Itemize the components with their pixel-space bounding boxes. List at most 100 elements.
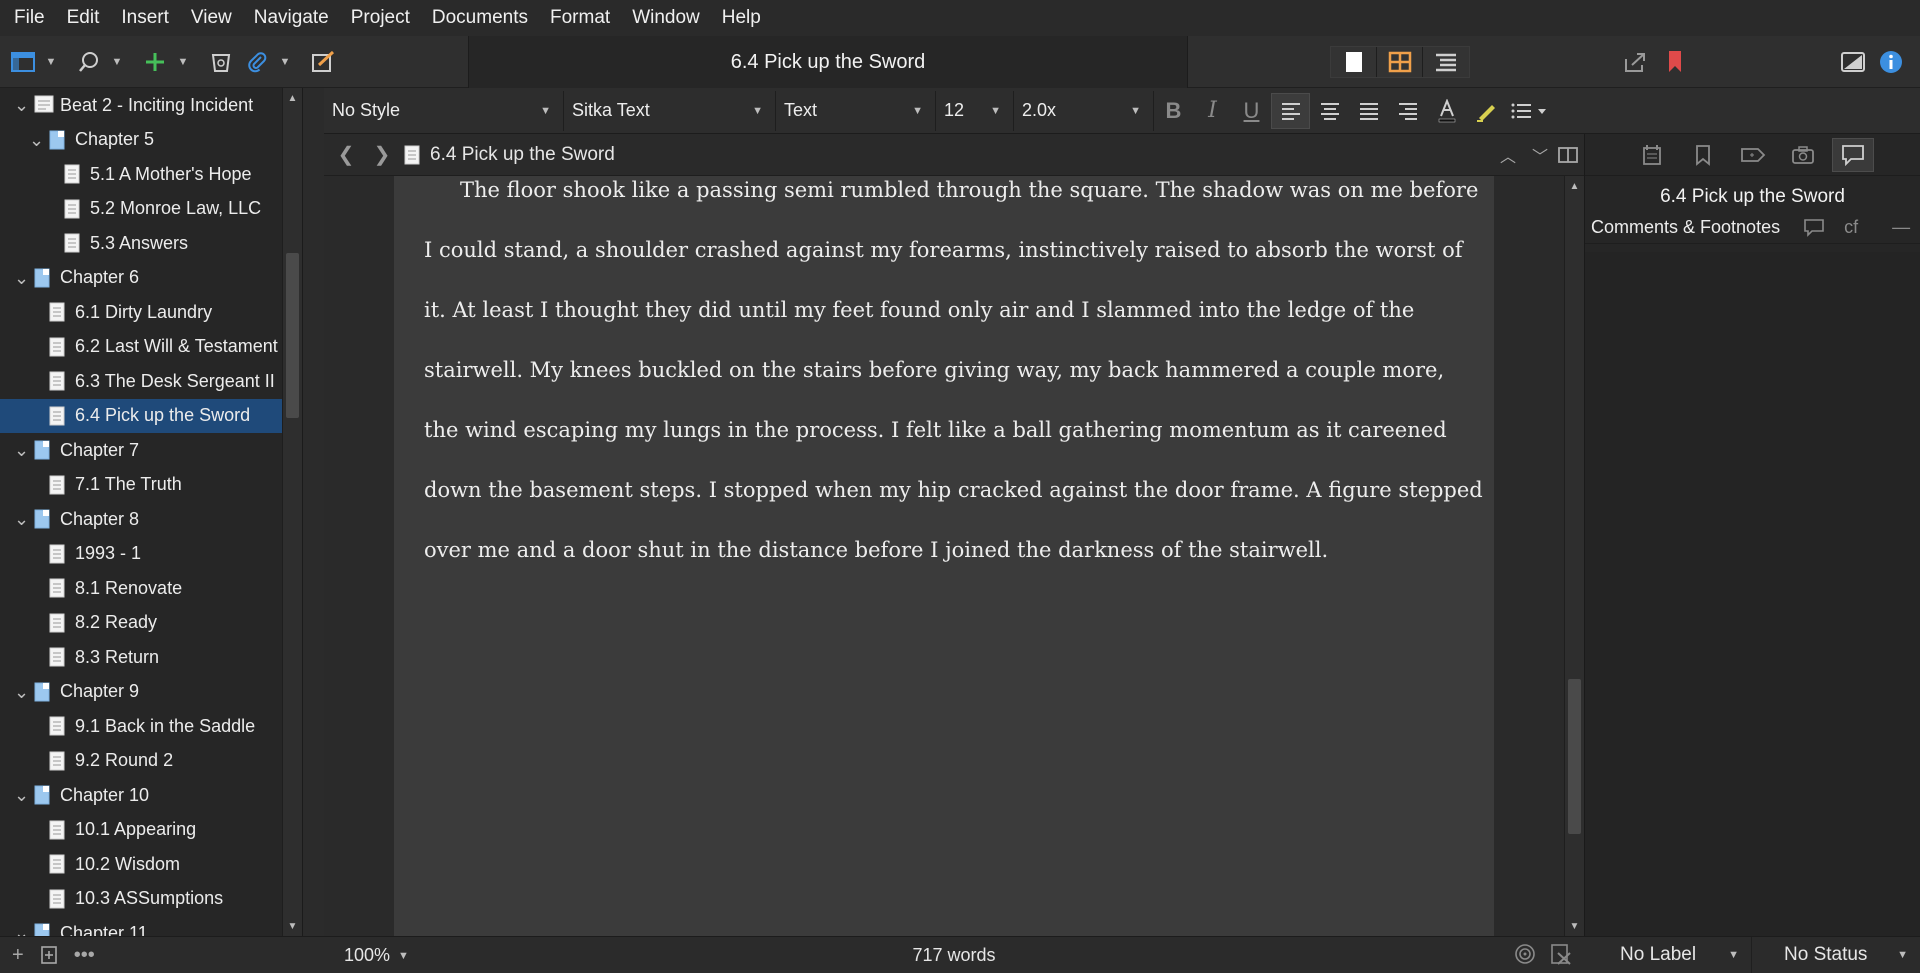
- chevron-expanded-icon[interactable]: ⌄: [14, 510, 29, 528]
- binder-item[interactable]: 10.1 Appearing: [0, 813, 302, 848]
- line-spacing-select[interactable]: 2.0x ▼: [1014, 90, 1154, 131]
- binder-item[interactable]: 9.2 Round 2: [0, 744, 302, 779]
- binder-item[interactable]: 5.3 Answers: [0, 226, 302, 261]
- binder-item[interactable]: 6.3 The Desk Sergeant II: [0, 364, 302, 399]
- bold-icon[interactable]: B: [1154, 93, 1193, 129]
- corkboard-view-icon[interactable]: [1377, 47, 1423, 77]
- outliner-view-icon[interactable]: [1423, 47, 1469, 77]
- status-select[interactable]: No Status ▼: [1752, 937, 1920, 973]
- menu-view[interactable]: View: [191, 7, 232, 29]
- more-options-icon[interactable]: •••: [74, 944, 95, 967]
- document-body[interactable]: The floor shook like a passing semi rumb…: [424, 160, 1484, 580]
- binder-item[interactable]: ⌄ Chapter 11: [0, 916, 302, 936]
- underline-icon[interactable]: U: [1232, 93, 1271, 129]
- italic-icon[interactable]: I: [1193, 93, 1232, 129]
- editor-pane[interactable]: The floor shook like a passing semi rumb…: [324, 176, 1584, 936]
- binder-item[interactable]: 1993 - 1: [0, 537, 302, 572]
- menu-file[interactable]: File: [14, 7, 45, 29]
- binder-item[interactable]: 5.2 Monroe Law, LLC: [0, 192, 302, 227]
- menu-insert[interactable]: Insert: [121, 7, 169, 29]
- binder-item[interactable]: ⌄ Chapter 6: [0, 261, 302, 296]
- scroll-up-icon[interactable]: ▲: [1565, 178, 1584, 194]
- chevron-expanded-icon[interactable]: ⌄: [14, 441, 29, 459]
- chevron-expanded-icon[interactable]: ⌄: [14, 924, 29, 936]
- binder-item[interactable]: ⌄ Beat 2 - Inciting Incident: [0, 88, 302, 123]
- binder-item[interactable]: 9.1 Back in the Saddle: [0, 709, 302, 744]
- binder-toggle-icon[interactable]: [8, 47, 38, 77]
- quick-reference-icon[interactable]: [308, 47, 338, 77]
- attachment-caret-icon[interactable]: ▼: [278, 47, 292, 77]
- menu-window[interactable]: Window: [632, 7, 700, 29]
- font-family-select[interactable]: Sitka Text ▼: [564, 90, 776, 131]
- add-icon[interactable]: [140, 47, 170, 77]
- align-center-icon[interactable]: [1310, 93, 1349, 129]
- previous-document-icon[interactable]: ︿: [1500, 143, 1516, 167]
- binder-item[interactable]: 6.1 Dirty Laundry: [0, 295, 302, 330]
- search-caret-icon[interactable]: ▼: [110, 47, 124, 77]
- text-page[interactable]: The floor shook like a passing semi rumb…: [394, 176, 1494, 936]
- snapshots-tab-icon[interactable]: [1782, 138, 1824, 172]
- menu-documents[interactable]: Documents: [432, 7, 528, 29]
- text-color-icon[interactable]: [1427, 93, 1466, 129]
- binder-item[interactable]: ⌄ Chapter 9: [0, 675, 302, 710]
- chevron-expanded-icon[interactable]: ⌄: [14, 683, 29, 701]
- scroll-down-icon[interactable]: ▼: [283, 918, 302, 934]
- add-folder-icon[interactable]: [40, 945, 58, 965]
- scrivenings-view-icon[interactable]: [1331, 47, 1377, 77]
- add-caret-icon[interactable]: ▼: [176, 47, 190, 77]
- menu-project[interactable]: Project: [351, 7, 410, 29]
- bookmarks-tab-icon[interactable]: [1682, 138, 1724, 172]
- notes-tab-icon[interactable]: [1632, 138, 1674, 172]
- font-size-select[interactable]: 12 ▼: [936, 90, 1014, 131]
- binder-item[interactable]: ⌄ Chapter 5: [0, 123, 302, 158]
- binder-item[interactable]: 6.2 Last Will & Testament: [0, 330, 302, 365]
- binder-item[interactable]: 8.2 Ready: [0, 606, 302, 641]
- next-document-icon[interactable]: ﹀: [1532, 143, 1548, 167]
- attachment-icon[interactable]: [242, 47, 272, 77]
- binder-item[interactable]: 6.4 Pick up the Sword: [0, 398, 302, 433]
- chevron-expanded-icon[interactable]: ⌄: [14, 269, 29, 287]
- add-footnote-button[interactable]: cf: [1844, 217, 1858, 238]
- linguistic-focus-icon[interactable]: [1550, 943, 1572, 965]
- binder-item[interactable]: ⌄ Chapter 8: [0, 502, 302, 537]
- binder-toggle-caret-icon[interactable]: ▼: [44, 47, 58, 77]
- back-icon[interactable]: ❮: [328, 142, 364, 167]
- split-editor-icon[interactable]: [1558, 146, 1578, 164]
- binder-item[interactable]: 10.3 ASSumptions: [0, 882, 302, 917]
- compose-mode-icon[interactable]: [1838, 47, 1868, 77]
- typeface-select[interactable]: Text ▼: [776, 90, 936, 131]
- search-icon[interactable]: [74, 47, 104, 77]
- inspector-toggle-icon[interactable]: [1876, 47, 1906, 77]
- remove-icon[interactable]: —: [1892, 217, 1910, 238]
- editor-scroll-thumb[interactable]: [1568, 679, 1581, 834]
- add-comment-icon[interactable]: [1804, 218, 1824, 237]
- chevron-expanded-icon[interactable]: ⌄: [14, 96, 29, 114]
- binder-scroll-thumb[interactable]: [286, 253, 299, 418]
- comments-tab-icon[interactable]: [1831, 137, 1874, 172]
- metadata-tab-icon[interactable]: [1732, 138, 1774, 172]
- binder-scrollbar[interactable]: ▲ ▼: [282, 88, 302, 936]
- menu-help[interactable]: Help: [722, 7, 761, 29]
- binder-item[interactable]: 7.1 The Truth: [0, 468, 302, 503]
- align-right-icon[interactable]: [1388, 93, 1427, 129]
- target-icon[interactable]: [1514, 943, 1536, 965]
- binder-item[interactable]: ⌄ Chapter 7: [0, 433, 302, 468]
- editor-scrollbar[interactable]: ▲ ▼: [1564, 176, 1584, 936]
- highlight-icon[interactable]: [1466, 93, 1505, 129]
- scroll-up-icon[interactable]: ▲: [283, 90, 302, 106]
- menu-edit[interactable]: Edit: [67, 7, 100, 29]
- menu-navigate[interactable]: Navigate: [254, 7, 329, 29]
- align-left-icon[interactable]: [1271, 92, 1310, 129]
- style-select[interactable]: No Style ▼: [324, 90, 564, 131]
- chevron-expanded-icon[interactable]: ⌄: [29, 131, 44, 149]
- align-justify-icon[interactable]: [1349, 93, 1388, 129]
- forward-icon[interactable]: ❯: [364, 142, 400, 167]
- chevron-expanded-icon[interactable]: ⌄: [14, 786, 29, 804]
- trash-icon[interactable]: [206, 47, 236, 77]
- binder-item[interactable]: 8.3 Return: [0, 640, 302, 675]
- binder-item[interactable]: 8.1 Renovate: [0, 571, 302, 606]
- list-icon[interactable]: [1505, 93, 1553, 129]
- binder-item[interactable]: 5.1 A Mother's Hope: [0, 157, 302, 192]
- label-select[interactable]: No Label ▼: [1584, 937, 1752, 973]
- scroll-down-icon[interactable]: ▼: [1565, 918, 1584, 934]
